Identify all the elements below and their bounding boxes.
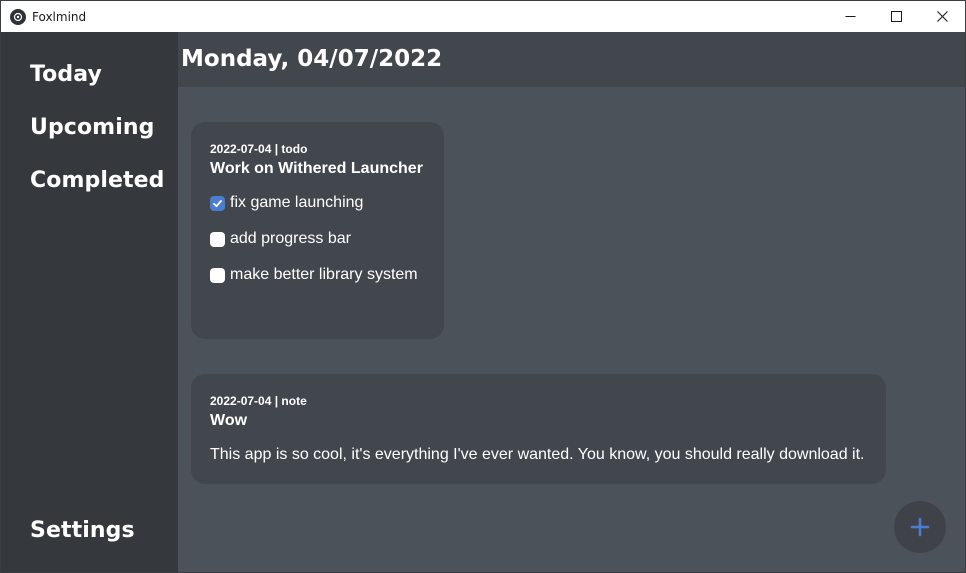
minimize-button[interactable] <box>827 1 873 32</box>
sidebar: Today Upcoming Completed Settings <box>1 32 178 572</box>
main-content: Monday, 04/07/2022 2022-07-04 | todo Wor… <box>178 32 965 572</box>
card-meta: 2022-07-04 | todo <box>210 142 308 156</box>
plus-icon <box>910 517 930 537</box>
maximize-icon <box>890 11 902 22</box>
task-label: make better library system <box>230 266 418 283</box>
checkmark-icon <box>213 199 222 207</box>
close-icon <box>936 11 948 22</box>
task-checkbox[interactable] <box>210 231 225 247</box>
note-card[interactable]: 2022-07-04 | note Wow This app is so coo… <box>191 374 886 484</box>
card-title: Work on Withered Launcher <box>210 160 423 177</box>
sidebar-item-today[interactable]: Today <box>30 62 102 87</box>
close-button[interactable] <box>919 1 965 32</box>
sidebar-item-completed[interactable]: Completed <box>30 168 164 193</box>
task-label: fix game launching <box>230 194 364 211</box>
title-bar[interactable]: Foxlmind <box>1 1 965 32</box>
window-title: Foxlmind <box>32 9 87 24</box>
sidebar-item-upcoming[interactable]: Upcoming <box>30 115 154 140</box>
maximize-button[interactable] <box>873 1 919 32</box>
app-logo-icon <box>10 8 26 25</box>
window-controls <box>827 1 965 32</box>
page-header: Monday, 04/07/2022 <box>178 32 965 87</box>
task-item[interactable]: fix game launching <box>210 194 363 212</box>
task-item[interactable]: add progress bar <box>210 230 351 248</box>
sidebar-item-settings[interactable]: Settings <box>30 518 135 543</box>
task-checkbox-checked[interactable] <box>210 195 225 211</box>
task-checkbox[interactable] <box>210 267 225 283</box>
todo-card[interactable]: 2022-07-04 | todo Work on Withered Launc… <box>191 122 444 339</box>
minimize-icon <box>845 16 855 17</box>
add-item-button[interactable] <box>894 501 946 553</box>
page-title: Monday, 04/07/2022 <box>181 46 443 72</box>
card-title: Wow <box>210 412 248 429</box>
task-item[interactable]: make better library system <box>210 266 418 284</box>
card-meta: 2022-07-04 | note <box>210 394 307 408</box>
note-body: This app is so cool, it's everything I'v… <box>210 446 865 463</box>
app-window: Foxlmind Today Upcoming Completed Settin… <box>0 0 966 573</box>
task-label: add progress bar <box>230 230 351 247</box>
